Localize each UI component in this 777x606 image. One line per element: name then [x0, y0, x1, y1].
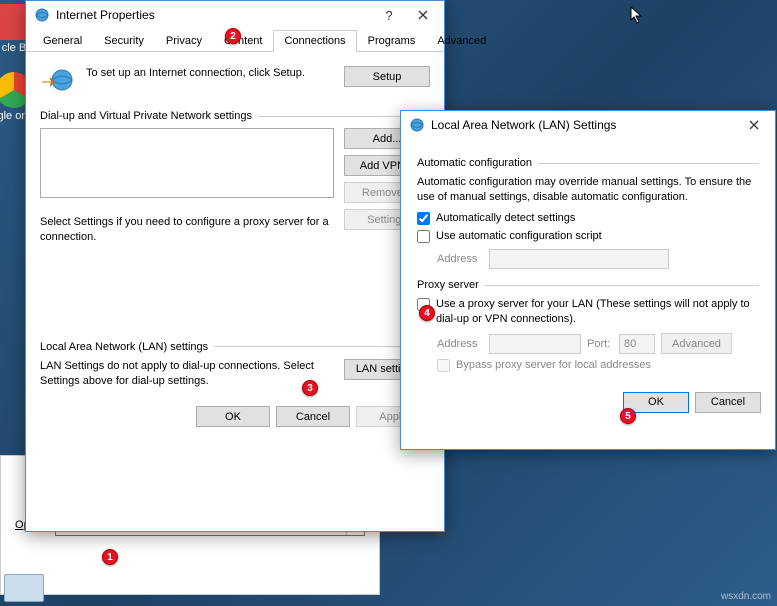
proxy-port-input — [619, 334, 655, 354]
close-button[interactable] — [406, 4, 440, 26]
connections-listbox[interactable] — [40, 128, 334, 198]
setup-help-text: To set up an Internet connection, click … — [86, 66, 334, 80]
annotation-marker-5: 5 — [620, 408, 636, 424]
dialup-heading: Dial-up and Virtual Private Network sett… — [40, 110, 258, 122]
internet-options-icon — [34, 7, 50, 23]
window-title: Local Area Network (LAN) Settings — [431, 118, 737, 132]
auto-config-heading: Automatic configuration — [417, 157, 538, 169]
annotation-marker-1: 1 — [102, 549, 118, 565]
internet-options-icon — [409, 117, 425, 133]
cancel-button[interactable]: Cancel — [276, 406, 350, 427]
auto-script-address-input — [489, 249, 669, 269]
proxy-help-text: Select Settings if you need to configure… — [40, 215, 334, 245]
address-label: Address — [437, 253, 483, 265]
tab-privacy[interactable]: Privacy — [155, 30, 213, 52]
proxy-port-label: Port: — [587, 338, 613, 350]
annotation-marker-3: 3 — [302, 380, 318, 396]
tab-connections[interactable]: Connections — [273, 30, 356, 52]
proxy-address-input — [489, 334, 581, 354]
taskbar-item[interactable] — [4, 574, 44, 602]
annotation-marker-4: 4 — [419, 305, 435, 321]
cancel-button[interactable]: Cancel — [695, 392, 761, 413]
tab-content[interactable]: Content — [213, 30, 274, 52]
lan-help-text: LAN Settings do not apply to dial-up con… — [40, 359, 334, 389]
bypass-local-checkbox — [437, 359, 450, 372]
setup-button[interactable]: Setup — [344, 66, 430, 87]
internet-properties-window: Internet Properties ? General Security P… — [25, 0, 445, 532]
auto-detect-checkbox[interactable] — [417, 212, 430, 225]
auto-detect-label: Automatically detect settings — [436, 211, 575, 226]
tab-security[interactable]: Security — [93, 30, 155, 52]
titlebar[interactable]: Internet Properties ? — [26, 1, 444, 29]
proxy-heading: Proxy server — [417, 279, 485, 291]
lan-settings-window: Local Area Network (LAN) Settings Automa… — [400, 110, 776, 450]
proxy-address-label: Address — [437, 338, 483, 350]
advanced-button: Advanced — [661, 333, 732, 354]
tab-general[interactable]: General — [32, 30, 93, 52]
titlebar[interactable]: Local Area Network (LAN) Settings — [401, 111, 775, 139]
auto-script-label: Use automatic configuration script — [436, 229, 602, 244]
close-button[interactable] — [737, 114, 771, 136]
auto-script-checkbox[interactable] — [417, 230, 430, 243]
bypass-local-label: Bypass proxy server for local addresses — [456, 358, 651, 373]
help-button[interactable]: ? — [372, 4, 406, 26]
ok-button[interactable]: OK — [196, 406, 270, 427]
auto-config-help: Automatic configuration may override man… — [417, 175, 759, 205]
use-proxy-label: Use a proxy server for your LAN (These s… — [436, 297, 759, 327]
lan-heading: Local Area Network (LAN) settings — [40, 341, 214, 353]
window-title: Internet Properties — [56, 8, 372, 22]
tab-advanced[interactable]: Advanced — [426, 30, 497, 52]
annotation-marker-2: 2 — [225, 28, 241, 44]
cursor-icon — [630, 6, 644, 29]
tab-programs[interactable]: Programs — [357, 30, 427, 52]
watermark: wsxdn.com — [721, 591, 771, 602]
globe-wizard-icon — [40, 66, 76, 98]
